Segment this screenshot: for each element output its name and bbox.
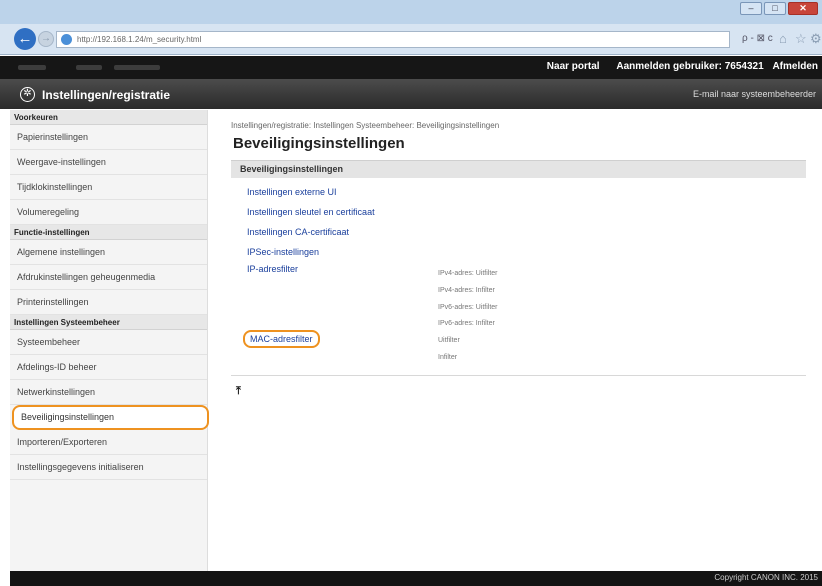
- sidebar-item-initialize[interactable]: Instellingsgegevens initialiseren: [10, 455, 207, 480]
- home-icon[interactable]: ⌂: [779, 31, 787, 46]
- sidebar-item-paper[interactable]: Papierinstellingen: [10, 125, 207, 150]
- app-header: ✲ Instellingen/registratie E-mail naar s…: [0, 79, 822, 109]
- ip-filter-status-2: IPv4-adres: Infilter: [438, 287, 495, 294]
- browser-titlebar: – □ ✕: [0, 0, 822, 24]
- ip-filter-status-4: IPv6-adres: Infilter: [438, 320, 495, 327]
- window-controls: – □ ✕: [740, 2, 818, 15]
- ip-filter-status-1: IPv4-adres: Uitfilter: [438, 270, 498, 277]
- blurred-logo: [18, 65, 46, 70]
- sidebar-item-department-id[interactable]: Afdelings-ID beheer: [10, 355, 207, 380]
- browser-addressbar: ← → http://192.168.1.24/m_security.html …: [0, 24, 822, 55]
- sidebar-item-clock[interactable]: Tijdklokinstellingen: [10, 175, 207, 200]
- maximize-icon[interactable]: □: [764, 2, 786, 15]
- sidebar-item-security[interactable]: Beveiligingsinstellingen: [12, 405, 209, 430]
- footer: Copyright CANON INC. 2015: [10, 571, 822, 586]
- mac-filter-status-2: Infilter: [438, 354, 458, 361]
- back-arrow-icon[interactable]: ←: [14, 28, 36, 50]
- sidebar-item-memory-media[interactable]: Afdrukinstellingen geheugenmedia: [10, 265, 207, 290]
- minimize-icon[interactable]: –: [740, 2, 762, 15]
- back-to-top-icon[interactable]: ⤒: [236, 385, 241, 398]
- gear-icon[interactable]: ⚙: [810, 31, 822, 47]
- sidebar-item-network[interactable]: Netwerkinstellingen: [10, 380, 207, 405]
- url-search-tools[interactable]: ρ - ⊠ c: [742, 33, 773, 44]
- link-ip-filter[interactable]: IP-adresfilter: [247, 264, 298, 274]
- portal-link[interactable]: Naar portal: [547, 61, 600, 72]
- login-user-text: Aanmelden gebruiker: 7654321: [616, 61, 764, 72]
- url-input[interactable]: http://192.168.1.24/m_security.html: [56, 31, 730, 48]
- top-navigation-bar: Naar portal Aanmelden gebruiker: 7654321…: [0, 56, 822, 79]
- mac-filter-status-1: Uitfilter: [438, 337, 460, 344]
- ip-filter-status-3: IPv6-adres: Uitfilter: [438, 304, 498, 311]
- sidebar-item-general[interactable]: Algemene instellingen: [10, 240, 207, 265]
- forward-arrow-icon[interactable]: →: [38, 31, 54, 47]
- sidebar-item-import-export[interactable]: Importeren/Exporteren: [10, 430, 207, 455]
- page-title: Beveiligingsinstellingen: [233, 135, 405, 152]
- admin-mail-link[interactable]: E-mail naar systeembeheerder: [693, 89, 816, 99]
- top-links: Naar portal Aanmelden gebruiker: 7654321…: [533, 61, 818, 72]
- breadcrumb: Instellingen/registratie: Instellingen S…: [231, 121, 500, 130]
- star-icon[interactable]: ☆: [795, 31, 807, 47]
- divider: [231, 375, 806, 376]
- link-key-certificate[interactable]: Instellingen sleutel en certificaat: [247, 207, 375, 217]
- sidebar-item-volume[interactable]: Volumeregeling: [10, 200, 207, 225]
- section-heading: Beveiligingsinstellingen: [231, 160, 806, 178]
- close-icon[interactable]: ✕: [788, 2, 818, 15]
- sidebar-item-display[interactable]: Weergave-instellingen: [10, 150, 207, 175]
- link-ipsec[interactable]: IPSec-instellingen: [247, 247, 319, 257]
- page-header-title: Instellingen/registratie: [42, 88, 171, 102]
- sidebar: Voorkeuren Papierinstellingen Weergave-i…: [10, 110, 209, 571]
- sidebar-item-system-management[interactable]: Systeembeheer: [10, 330, 207, 355]
- sidebar-item-printer[interactable]: Printerinstellingen: [10, 290, 207, 315]
- sidebar-section-system: Instellingen Systeembeheer: [10, 315, 207, 330]
- blurred-text: [76, 65, 102, 70]
- logout-link[interactable]: Afmelden: [772, 61, 818, 72]
- copyright: Copyright CANON INC. 2015: [714, 573, 818, 582]
- link-remote-ui[interactable]: Instellingen externe UI: [247, 187, 337, 197]
- url-text: http://192.168.1.24/m_security.html: [77, 35, 202, 44]
- sidebar-section-functions: Functie-instellingen: [10, 225, 207, 240]
- browser-favicon-icon: [61, 34, 72, 45]
- link-mac-filter[interactable]: MAC-adresfilter: [243, 330, 320, 348]
- settings-logo-icon: ✲: [20, 87, 35, 102]
- link-ca-certificate[interactable]: Instellingen CA-certificaat: [247, 227, 349, 237]
- sidebar-section-preferences: Voorkeuren: [10, 110, 207, 125]
- blurred-text: [114, 65, 160, 70]
